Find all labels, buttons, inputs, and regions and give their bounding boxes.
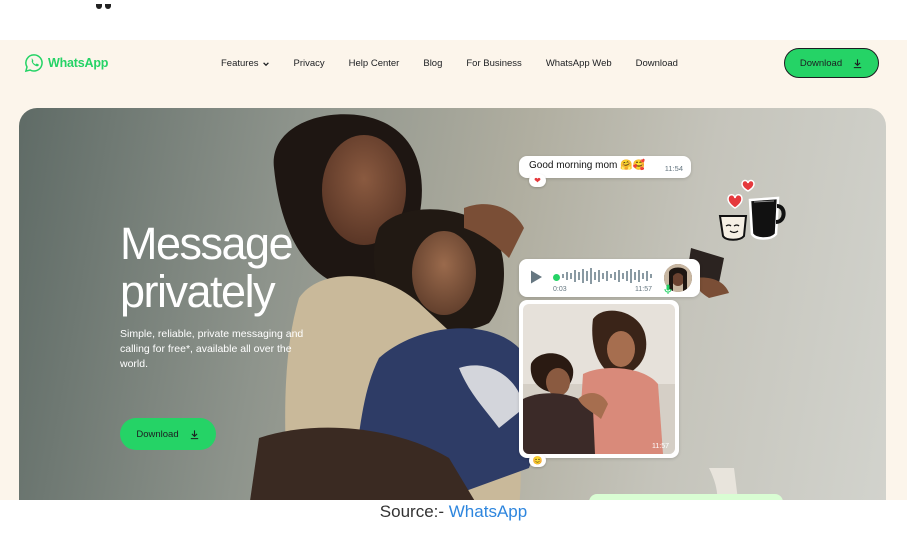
voice-progress-dot[interactable] (553, 274, 560, 281)
nav-privacy[interactable]: Privacy (294, 58, 325, 69)
download-icon (190, 429, 198, 439)
voice-time: 11:57 (635, 286, 652, 293)
top-strip (0, 0, 907, 40)
nav-blog[interactable]: Blog (423, 58, 442, 69)
image-caption: Source:- WhatsApp (0, 500, 907, 541)
voice-waveform (562, 268, 652, 284)
top-nav: WhatsApp Features Privacy Help Center Bl… (0, 40, 907, 106)
nav-help-center[interactable]: Help Center (349, 58, 400, 69)
hero-title-line2: privately (120, 266, 276, 317)
nav-download-button[interactable]: Download (784, 48, 879, 78)
photo-message-bubble: 11:57 😊 (519, 300, 679, 467)
whatsapp-logo[interactable]: WhatsApp (24, 53, 108, 73)
shared-photo[interactable] (523, 304, 675, 454)
hero-banner: Message privately Simple, reliable, priv… (19, 108, 886, 500)
whatsapp-logo-icon (24, 54, 43, 73)
mic-icon (664, 284, 672, 294)
nav-for-business[interactable]: For Business (466, 58, 521, 69)
hero-title-line1: Message (120, 218, 294, 269)
hero-download-button[interactable]: Download (120, 418, 216, 450)
whatsapp-site: WhatsApp Features Privacy Help Center Bl… (0, 40, 907, 500)
smile-reaction-icon: 😊 (529, 454, 546, 467)
nav-features[interactable]: Features (221, 58, 270, 69)
nav-links: Features Privacy Help Center Blog For Bu… (221, 58, 702, 69)
play-icon[interactable] (529, 269, 543, 285)
coffee-mugs-sticker (718, 179, 786, 241)
photo-time: 11:57 (652, 443, 669, 450)
nav-whatsapp-web[interactable]: WhatsApp Web (546, 58, 612, 69)
nav-download[interactable]: Download (636, 58, 678, 69)
cropped-text-fragment (96, 0, 136, 9)
caption-prefix: Source:- (379, 502, 449, 521)
chat-message-bubble: Good morning mom 🤗🥰 11:54 ❤ (519, 156, 691, 187)
heart-icon: ❤ (529, 174, 546, 187)
hero-download-button-label: Download (136, 428, 179, 440)
nav-features-label: Features (221, 58, 259, 69)
chat-message-time: 11:54 (664, 164, 683, 173)
chat-message-text: Good morning mom 🤗🥰 (529, 160, 646, 171)
nav-download-button-label: Download (799, 57, 843, 69)
caption-source-link[interactable]: WhatsApp (449, 502, 527, 521)
hero-title: Message privately (120, 218, 294, 317)
voice-duration: 0:03 (553, 286, 567, 293)
voice-message-bubble: 0:03 11:57 (519, 259, 700, 297)
download-icon (853, 58, 862, 68)
logo-text: WhatsApp (48, 56, 109, 70)
chevron-down-icon (262, 61, 269, 66)
hero-subtitle: Simple, reliable, private messaging and … (120, 328, 304, 370)
